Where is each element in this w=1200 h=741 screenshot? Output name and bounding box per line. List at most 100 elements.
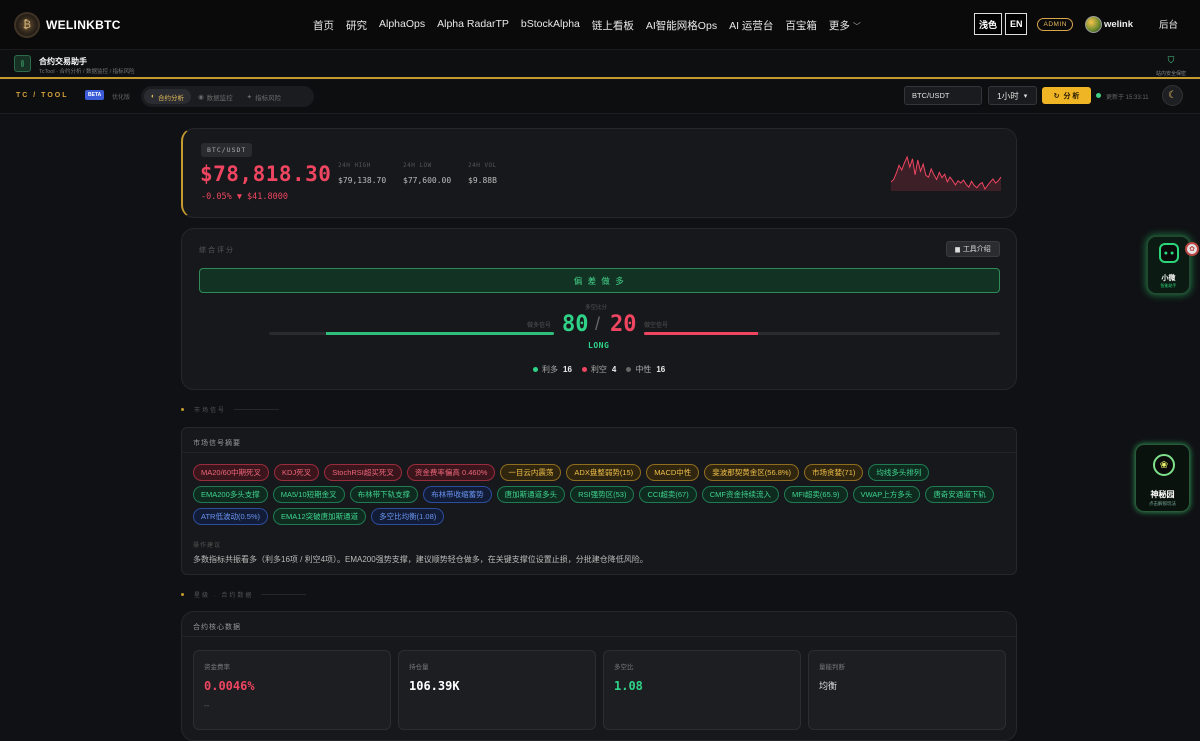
nav-item-more[interactable]: 更多 ﹀ xyxy=(829,18,861,33)
theme-toggle-button[interactable]: 浅色 xyxy=(973,13,1002,35)
nav-item-alphaops[interactable]: AlphaOps xyxy=(379,18,425,33)
mystery-sub: 点击解锁玩法 xyxy=(1149,501,1176,506)
bull-dot-icon xyxy=(533,367,538,372)
metric-value: 1.08 xyxy=(614,679,643,693)
nav-item-home[interactable]: 首页 xyxy=(313,18,334,33)
notification-icon[interactable]: ✿ xyxy=(1185,242,1199,256)
tab-indicator-risk[interactable]: ✦ 指标风险 xyxy=(240,89,288,104)
analysis-icon: ◐ xyxy=(151,93,155,100)
tab-contract-analysis[interactable]: ◐ 合约分析 xyxy=(144,89,191,104)
nav-menu: 首页 研究 AlphaOps Alpha RadarTP bStockAlpha… xyxy=(313,18,873,33)
core-data-card: 合约核心数据 资金费率 0.0046% -- 持仓量 106.39K 多空比 1… xyxy=(181,611,1017,741)
timeframe-select[interactable]: 1小时 ▾ xyxy=(988,86,1037,105)
current-price: $78,818.30 xyxy=(200,162,332,186)
top-nav: ₿ WELINKBTC 首页 研究 AlphaOps Alpha RadarTP… xyxy=(0,0,1200,50)
stat-value: $77,600.00 xyxy=(403,176,452,185)
signal-chip: 布林带收缩蓄势 xyxy=(423,486,492,503)
neutral-count: 16 xyxy=(656,365,666,374)
book-icon: ▆ xyxy=(955,246,960,253)
analyze-label: 分 析 xyxy=(1063,92,1080,100)
short-progress-track xyxy=(644,332,1000,335)
signal-chip: VWAP上方多头 xyxy=(852,486,921,503)
op-advice: 多数指标共振看多（利多16项 / 利空4项）。EMA200强势支撑，建议顺势轻仓… xyxy=(193,555,648,564)
stat-label: 24H HIGH xyxy=(338,162,371,169)
section-divider-market: 市场信号 xyxy=(181,405,280,414)
stat-value: $79,138.70 xyxy=(338,176,387,185)
metric-label: 持仓量 xyxy=(409,664,429,671)
stat-high: 24H HIGH $79,138.70 xyxy=(338,162,386,185)
core-title: 合约核心数据 xyxy=(193,624,241,631)
price-change: -0.05% ▼ $41.8000 xyxy=(201,192,288,202)
short-signal-label: 做空信号 xyxy=(644,323,669,329)
admin-badge: ADMIN xyxy=(1037,17,1073,31)
updated-time: 更新于 15:33:11 xyxy=(1106,95,1149,101)
nav-item-ai-ops[interactable]: AI 运营台 xyxy=(729,18,773,33)
assistant-widget[interactable]: ● ● ✿ 小微 智能助手 xyxy=(1146,235,1199,295)
section-dot-icon xyxy=(181,593,184,596)
chevron-down-icon: ▾ xyxy=(1023,92,1028,100)
nav-item-onchain[interactable]: 链上看板 xyxy=(592,18,634,33)
nav-item-bstockalpha[interactable]: bStockAlpha xyxy=(521,18,580,33)
nav-item-research[interactable]: 研究 xyxy=(346,18,367,33)
nav-item-toolbox[interactable]: 百宝箱 xyxy=(785,18,817,33)
bear-count: 4 xyxy=(611,365,617,374)
monitor-icon: ◉ xyxy=(197,93,204,101)
metric-label: 多空比 xyxy=(614,664,634,671)
signal-chip: CCI超卖(67) xyxy=(639,486,697,503)
metric-label: 资金费率 xyxy=(204,664,230,671)
logo[interactable]: ₿ WELINKBTC xyxy=(14,12,121,38)
backend-link[interactable]: 后台 xyxy=(1159,17,1178,31)
user-name[interactable]: welink xyxy=(1104,19,1133,30)
lang-toggle-button[interactable]: EN xyxy=(1004,13,1028,35)
signal-chip: MA20/60中期死叉 xyxy=(193,464,270,481)
signal-chip: MFI超卖(65.9) xyxy=(783,486,848,503)
neutral-label: 中性 xyxy=(635,365,652,374)
secure-text: 站内安全保密 xyxy=(1155,71,1186,77)
mystery-garden-widget[interactable]: ❀ 神秘园 点击解锁玩法 xyxy=(1135,444,1190,512)
signal-card: 市场信号摘要 MA20/60中期死叉 KDJ死叉 StochRSI超买死叉 资金费率偏… xyxy=(181,427,1017,575)
bias-indicator: 偏 差 做 多 xyxy=(199,268,1000,293)
pair-input[interactable]: BTC/USDT xyxy=(904,86,982,105)
signal-chips: MA20/60中期死叉 KDJ死叉 StochRSI超买死叉 资金费率偏高 0.460… xyxy=(193,464,1008,530)
analyze-button[interactable]: ↻ 分 析 xyxy=(1042,87,1091,104)
logo-text: WELINKBTC xyxy=(46,18,121,32)
signal-chip: RSI强势区(53) xyxy=(570,486,635,503)
metric-funding-rate: 资金费率 0.0046% -- xyxy=(193,650,391,730)
robot-icon: ● ● xyxy=(1159,243,1179,263)
bull-label: 利多 xyxy=(542,365,558,374)
nav-item-ai-grid[interactable]: AI智能网格Ops xyxy=(646,18,717,33)
price-card: BTC/USDT $78,818.30 -0.05% ▼ $41.8000 24… xyxy=(181,128,1017,218)
neutral-dot-icon xyxy=(626,367,632,372)
tool-brand: TC / TOOL xyxy=(16,92,69,99)
pair-badge: BTC/USDT xyxy=(201,143,253,157)
sub-header: ⫾ 合约交易助手 TcTool · 合约分析 / 数据监控 / 指标风险 ⛉ 站… xyxy=(0,50,1200,79)
divider xyxy=(182,636,1016,637)
intro-button[interactable]: ▆ 工具介绍 xyxy=(946,241,1000,257)
breadcrumb: TcTool · 合约分析 / 数据监控 / 指标风险 xyxy=(39,69,135,75)
metric-long-short-ratio: 多空比 1.08 xyxy=(603,650,801,730)
assistant-name: 小微 xyxy=(1161,275,1176,282)
section-label: 星級 · 合约数据 xyxy=(194,593,254,599)
stat-label: 24H VOL xyxy=(468,162,497,169)
nav-item-alpha-radar[interactable]: Alpha RadarTP xyxy=(437,18,509,33)
tab-label: 指标风险 xyxy=(255,94,282,102)
secure-indicator: ⛉ 站内安全保密 xyxy=(1156,55,1186,78)
nav-right: 浅色 EN ADMIN welink 后台 xyxy=(973,13,1178,35)
avatar[interactable] xyxy=(1084,15,1102,33)
signal-chip: EMA200多头支撑 xyxy=(193,486,268,503)
signal-chip: 唐加斯通道多头 xyxy=(496,486,566,503)
long-progress-fill xyxy=(326,332,554,335)
flower-icon: ❀ xyxy=(1153,454,1175,476)
metric-value: 0.0046% xyxy=(204,679,255,693)
op-label: 操作建议 xyxy=(193,543,222,549)
signal-chip: 资金费率偏高 0.460% xyxy=(406,464,496,481)
metric-sub: -- xyxy=(204,701,210,710)
metric-volume-judgment: 量能判断 均衡 xyxy=(808,650,1006,730)
signal-chip: ATR低波动(0.5%) xyxy=(193,508,269,525)
tab-label: 数据监控 xyxy=(206,94,233,102)
section-divider-contract: 星級 · 合约数据 xyxy=(181,590,307,599)
tab-data-monitor[interactable]: ◉ 数据监控 xyxy=(191,89,240,104)
moon-icon[interactable]: ☾ xyxy=(1162,85,1183,106)
signal-chip: EMA12突破唐加斯通道 xyxy=(273,508,367,525)
tool-tabs: ◐ 合约分析 ◉ 数据监控 ✦ 指标风险 xyxy=(141,86,314,107)
